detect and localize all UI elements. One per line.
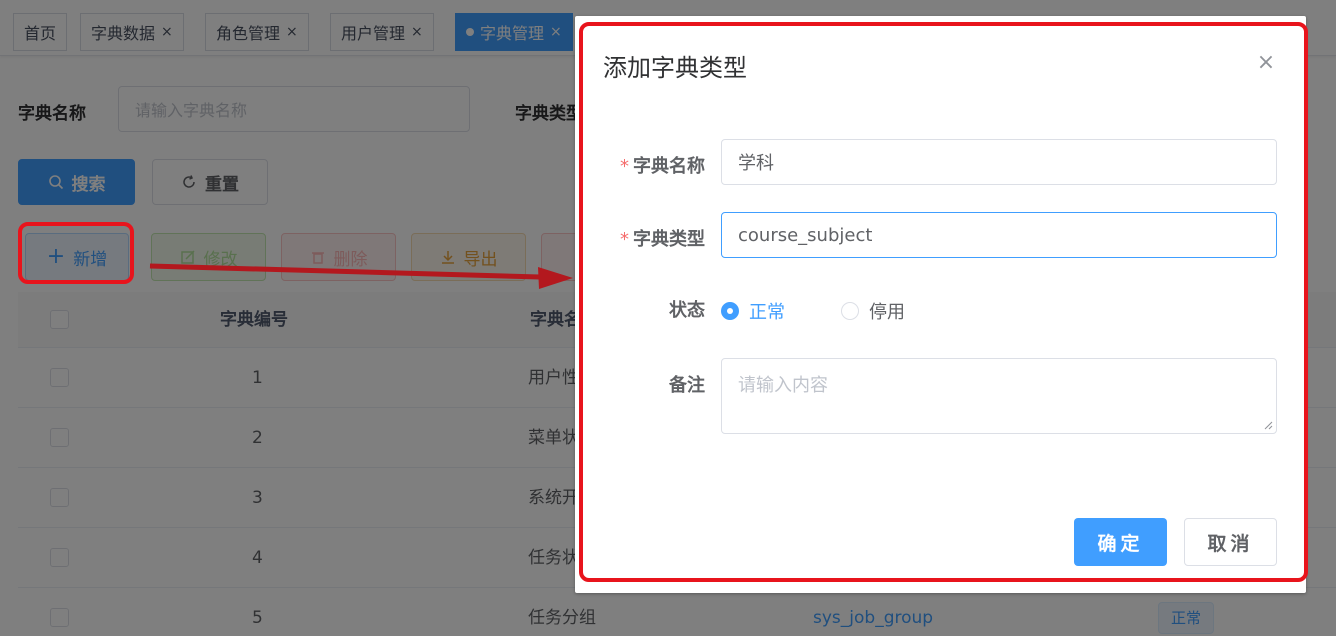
annotation-box-dialog bbox=[579, 22, 1308, 582]
annotation-box-add bbox=[18, 222, 134, 284]
